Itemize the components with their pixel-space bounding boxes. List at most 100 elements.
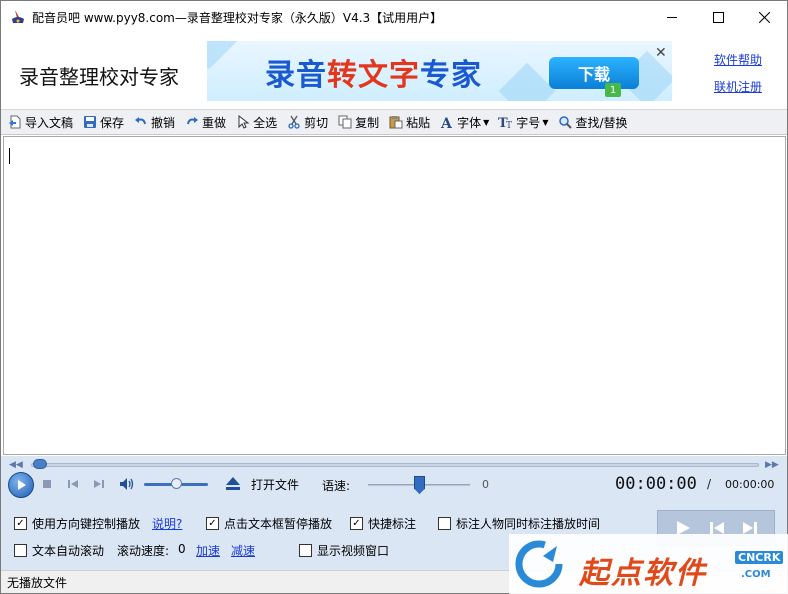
svg-text:A: A — [440, 116, 453, 129]
speed-up-link[interactable]: 加速 — [196, 542, 220, 559]
paste-label: 粘贴 — [406, 115, 431, 130]
scroll-speed-label: 滚动速度: — [117, 544, 170, 558]
banner-headline-part3: 专家 — [420, 58, 482, 93]
quick-mark-checkbox[interactable]: ✓ — [350, 517, 363, 530]
save-button[interactable]: 保存 — [80, 111, 126, 133]
seek-handle[interactable] — [33, 459, 47, 469]
show-video-checkbox[interactable] — [299, 544, 312, 557]
player-controls: 打开文件 语速: 0 00:00:00 / 00:00:00 — [1, 470, 787, 500]
volume-handle[interactable] — [171, 478, 182, 489]
font-label: 字体 — [457, 115, 482, 130]
redo-icon — [184, 114, 200, 130]
status-text: 无播放文件 — [7, 576, 68, 590]
close-button[interactable] — [741, 1, 787, 33]
arrow-keys-checkbox[interactable]: ✓ — [14, 517, 27, 530]
redo-button[interactable]: 重做 — [182, 111, 228, 133]
open-file-button[interactable]: 打开文件 — [251, 476, 299, 493]
seek-bar[interactable] — [31, 463, 759, 467]
mark-time-label: 标注人物同时标注播放时间 — [456, 517, 601, 531]
auto-scroll-checkbox[interactable] — [14, 544, 27, 557]
cursor-icon — [235, 114, 251, 130]
dropdown-arrow-icon: ▼ — [542, 117, 549, 127]
font-icon: A — [439, 114, 455, 130]
mark-time-option[interactable]: 标注人物同时标注播放时间 — [438, 515, 600, 532]
minimize-icon — [666, 16, 677, 18]
speed-handle[interactable] — [414, 476, 425, 494]
previous-icon[interactable] — [67, 478, 79, 490]
font-button[interactable]: A 字体 ▼ — [437, 111, 491, 133]
arrow-keys-option[interactable]: ✓ 使用方向键控制播放 — [14, 515, 140, 532]
select-all-label: 全选 — [253, 115, 278, 130]
ad-banner[interactable]: 录音转文字专家 下载 1 ✕ — [207, 41, 672, 101]
redo-label: 重做 — [202, 115, 227, 130]
auto-scroll-option[interactable]: 文本自动滚动 — [14, 542, 104, 559]
paste-button[interactable]: 粘贴 — [386, 111, 432, 133]
undo-button[interactable]: 撤销 — [131, 111, 177, 133]
save-icon — [82, 114, 98, 130]
watermark-logo-icon — [515, 540, 563, 588]
speed-label: 语速: — [322, 479, 351, 493]
import-label: 导入文稿 — [25, 115, 74, 130]
slow-down-link[interactable]: 减速 — [231, 542, 255, 559]
dropdown-arrow-icon: ▼ — [483, 117, 490, 127]
watermark-domain: .COM — [741, 569, 771, 580]
help-link[interactable]: 软件帮助 — [714, 51, 762, 68]
undo-icon — [133, 114, 149, 130]
save-label: 保存 — [100, 115, 125, 130]
click-pause-label: 点击文本框暂停播放 — [224, 517, 333, 531]
scroll-speed-value: 0 — [178, 542, 186, 556]
text-editor[interactable] — [3, 136, 786, 455]
register-link[interactable]: 联机注册 — [714, 78, 762, 95]
banner-headline-part1: 录音 — [265, 58, 327, 93]
show-video-label: 显示视频窗口 — [317, 544, 390, 558]
watermark: 起点软件 CNCRK .COM — [509, 534, 788, 594]
volume-icon[interactable] — [119, 477, 135, 491]
import-icon — [7, 114, 23, 130]
maximize-button[interactable] — [695, 1, 741, 33]
next-icon[interactable] — [93, 478, 105, 490]
select-all-button[interactable]: 全选 — [233, 111, 279, 133]
show-video-option[interactable]: 显示视频窗口 — [299, 542, 389, 559]
banner-close-icon[interactable]: ✕ — [655, 45, 667, 61]
import-button[interactable]: 导入文稿 — [5, 111, 75, 133]
close-icon — [758, 11, 770, 23]
window-title: 配音员吧 www.pyy8.com—录音整理校对专家（永久版）V4.3【试用用户… — [32, 11, 443, 25]
mark-time-checkbox[interactable] — [438, 517, 451, 530]
app-name: 录音整理校对专家 — [19, 65, 179, 89]
explain-link[interactable]: 说明? — [152, 515, 182, 532]
quick-mark-option[interactable]: ✓ 快捷标注 — [350, 515, 416, 532]
seek-start-icon: ◀◀ — [9, 460, 23, 470]
eject-icon[interactable] — [225, 476, 241, 492]
total-time: 00:00:00 — [725, 478, 775, 491]
font-size-icon: TT — [498, 114, 514, 130]
auto-scroll-label: 文本自动滚动 — [32, 544, 105, 558]
copy-button[interactable]: 复制 — [335, 111, 381, 133]
play-button[interactable] — [8, 472, 34, 498]
banner-headline: 录音转文字专家 — [265, 50, 482, 94]
arrow-keys-label: 使用方向键控制播放 — [32, 517, 141, 531]
stop-icon[interactable] — [41, 478, 53, 490]
find-replace-button[interactable]: 查找/替换 — [555, 111, 629, 133]
quick-mark-label: 快捷标注 — [368, 517, 417, 531]
toolbar: 导入文稿 保存 撤销 重做 全选 剪切 复制 粘贴 A 字体 ▼ T T 字号 … — [1, 109, 787, 135]
undo-label: 撤销 — [151, 115, 176, 130]
cut-button[interactable]: 剪切 — [284, 111, 330, 133]
watermark-text: 起点软件 — [579, 556, 707, 591]
seek-end-icon: ▶▶ — [765, 460, 779, 470]
copy-icon — [337, 114, 353, 130]
find-replace-label: 查找/替换 — [575, 115, 628, 130]
app-window: 配音员吧 www.pyy8.com—录音整理校对专家（永久版）V4.3【试用用户… — [0, 0, 788, 594]
copy-label: 复制 — [355, 115, 380, 130]
minimize-button[interactable] — [649, 1, 695, 33]
click-pause-checkbox[interactable]: ✓ — [206, 517, 219, 530]
paste-icon — [388, 114, 404, 130]
scissors-icon — [286, 114, 302, 130]
header: 录音整理校对专家 录音转文字专家 下载 1 ✕ 软件帮助 联机注册 — [1, 33, 787, 109]
font-size-button[interactable]: TT 字号 ▼ — [496, 111, 550, 133]
watermark-badge: CNCRK — [735, 551, 784, 564]
title-bar[interactable]: 配音员吧 www.pyy8.com—录音整理校对专家（永久版）V4.3【试用用户… — [1, 1, 787, 33]
banner-download-button[interactable]: 下载 — [549, 57, 639, 89]
click-pause-option[interactable]: ✓ 点击文本框暂停播放 — [206, 515, 332, 532]
current-time: 00:00:00 — [615, 474, 697, 494]
banner-headline-part2: 转文字 — [327, 58, 420, 93]
